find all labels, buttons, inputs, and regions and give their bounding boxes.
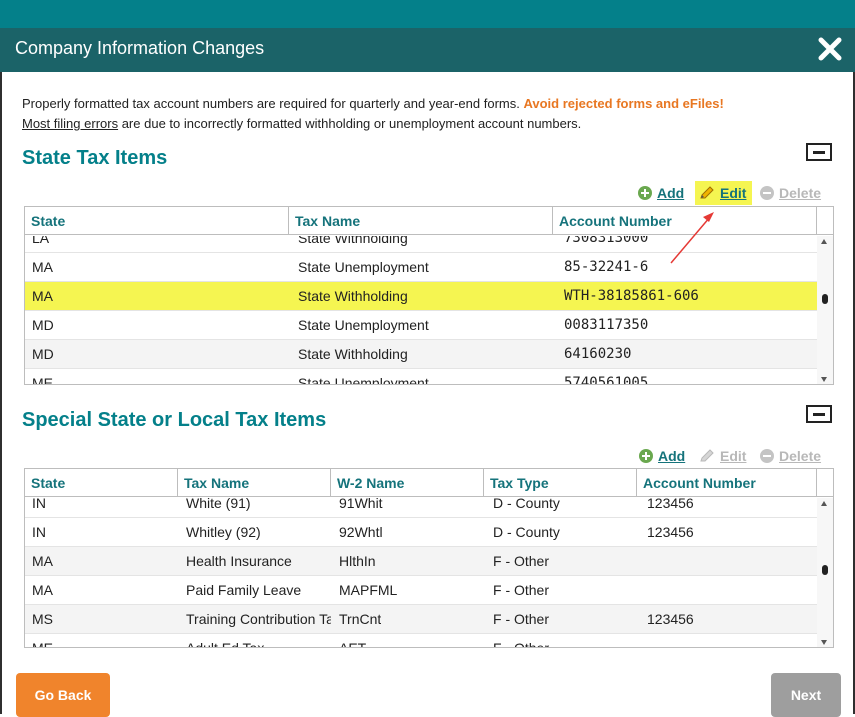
special-grid-scrollbar[interactable] (817, 498, 833, 647)
intro-warning: Avoid rejected forms and eFiles! (523, 96, 724, 111)
special-add-button[interactable]: Add (639, 444, 685, 468)
dialog-header: Company Information Changes (0, 28, 855, 72)
state-delete-button[interactable]: Delete (760, 181, 821, 205)
intro-text: Properly formatted tax account numbers a… (22, 94, 724, 134)
table-row[interactable]: LA State Withholding 7308313000 (25, 236, 817, 253)
state-edit-button[interactable]: Edit (695, 181, 753, 205)
table-row[interactable]: MA Paid Family Leave MAPFML F - Other (25, 576, 817, 605)
table-row[interactable]: MA Health Insurance HlthIn F - Other (25, 547, 817, 576)
next-button[interactable]: Next (771, 673, 841, 717)
pencil-icon (700, 186, 714, 199)
scroll-down-icon[interactable] (821, 377, 827, 382)
table-row[interactable]: MD State Withholding 64160230 (25, 340, 817, 369)
special-edit-button[interactable]: Edit (699, 444, 746, 468)
scroll-thumb[interactable] (822, 565, 828, 575)
table-row[interactable]: IN Whitley (92) 92Whtl D - County 123456 (25, 518, 817, 547)
table-row[interactable]: MD State Unemployment 0083117350 (25, 311, 817, 340)
intro-line-2: are due to incorrectly formatted withhol… (121, 116, 582, 131)
scroll-thumb[interactable] (822, 294, 828, 304)
go-back-button[interactable]: Go Back (16, 673, 110, 717)
state-grid-scrollbar[interactable] (817, 236, 833, 384)
delete-icon (760, 186, 774, 200)
special-collapse-button[interactable] (806, 405, 832, 423)
col-account-number[interactable]: Account Number (553, 207, 817, 235)
table-row[interactable]: ME Adult Ed Tax AET F - Other (25, 634, 817, 647)
special-toolbar: Add Edit Delete (2, 444, 855, 468)
scroll-up-icon[interactable] (821, 501, 827, 506)
table-row-selected[interactable]: MA State Withholding WTH-38185861-606 (25, 282, 817, 311)
filing-errors-link[interactable]: Most filing errors (22, 116, 118, 131)
pencil-icon (700, 449, 714, 462)
close-button[interactable] (817, 36, 843, 62)
special-tax-grid: State Tax Name W-2 Name Tax Type Account… (24, 468, 834, 648)
special-tax-section-title: Special State or Local Tax Items (22, 409, 327, 431)
delete-icon (760, 449, 774, 463)
special-grid-rows: IN White (91) 91Whit D - County 123456 I… (25, 498, 817, 647)
special-grid-header: State Tax Name W-2 Name Tax Type Account… (25, 469, 833, 497)
state-grid-header: State Tax Name Account Number (25, 207, 833, 235)
col-state[interactable]: State (25, 469, 178, 497)
intro-line-1: Properly formatted tax account numbers a… (22, 96, 520, 111)
add-icon (639, 449, 653, 463)
special-delete-button[interactable]: Delete (760, 444, 821, 468)
table-row[interactable]: MA State Unemployment 85-32241-6 (25, 253, 817, 282)
top-accent-bar (0, 0, 855, 28)
table-row[interactable]: IN White (91) 91Whit D - County 123456 (25, 498, 817, 518)
col-tax-name[interactable]: Tax Name (178, 469, 331, 497)
state-grid-rows: LA State Withholding 7308313000 MA State… (25, 236, 817, 384)
state-add-button[interactable]: Add (638, 181, 684, 205)
col-state[interactable]: State (25, 207, 289, 235)
dialog-title: Company Information Changes (15, 38, 265, 58)
state-collapse-button[interactable] (806, 143, 832, 161)
col-w2-name[interactable]: W-2 Name (331, 469, 484, 497)
table-row[interactable]: ME State Unemployment 5740561005 (25, 369, 817, 384)
add-icon (638, 186, 652, 200)
scroll-down-icon[interactable] (821, 640, 827, 645)
state-toolbar: Add Edit Delete (2, 181, 855, 205)
table-row[interactable]: MS Training Contribution Tax TrnCnt F - … (25, 605, 817, 634)
state-tax-grid: State Tax Name Account Number LA State W… (24, 206, 834, 385)
col-tax-name[interactable]: Tax Name (289, 207, 553, 235)
state-tax-section-title: State Tax Items (22, 147, 168, 169)
col-tax-type[interactable]: Tax Type (484, 469, 637, 497)
col-account-number[interactable]: Account Number (637, 469, 817, 497)
scroll-up-icon[interactable] (821, 239, 827, 244)
close-icon (818, 37, 842, 61)
dialog-body: Properly formatted tax account numbers a… (0, 72, 855, 717)
